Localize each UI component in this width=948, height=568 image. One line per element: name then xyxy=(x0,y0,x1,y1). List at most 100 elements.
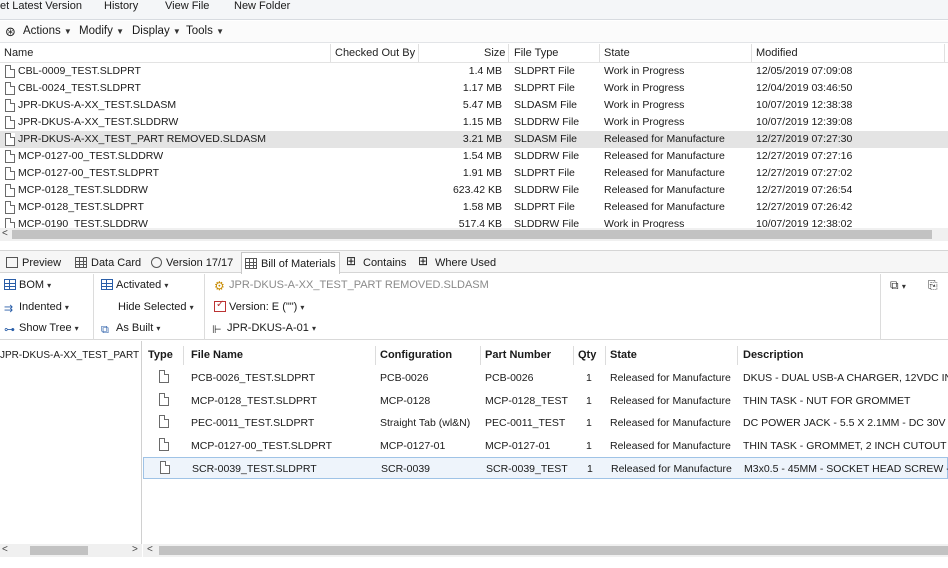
tab-contains[interactable]: Contains xyxy=(344,254,409,274)
bom-configuration: PCB-0026 xyxy=(380,372,429,384)
bom-header-file-name[interactable]: File Name xyxy=(191,349,243,361)
column-divider[interactable] xyxy=(737,346,738,365)
get-latest-version-button[interactable]: et Latest Version xyxy=(0,0,82,12)
bom-header-qty[interactable]: Qty xyxy=(578,349,596,361)
activated-dropdown[interactable]: Activated ▾ xyxy=(101,279,172,291)
bom-row[interactable]: MCP-0128_TEST.SLDPRT MCP-0128 MCP-0128_TES… xyxy=(143,390,948,412)
tree-hscrollbar[interactable]: < > xyxy=(0,544,142,557)
bom-part-number: MCP-0128_TEST xyxy=(485,394,568,407)
bom-row[interactable]: MCP-0127-00_TEST.SLDPRT MCP-0127-01 MCP-01… xyxy=(143,435,948,457)
file-state: Work in Progress xyxy=(604,82,685,94)
bom-icon xyxy=(4,279,16,290)
file-row[interactable]: MCP-0128_TEST.SLDDRW 623.42 KB SLDDRW File… xyxy=(0,182,948,199)
scroll-thumb[interactable] xyxy=(159,546,948,555)
file-row[interactable]: JPR-DKUS-A-XX_TEST_PART REMOVED.SLDASM 3.… xyxy=(0,131,948,148)
tab-data-card[interactable]: Data Card xyxy=(72,254,144,274)
configuration-icon: ⊩ xyxy=(212,324,222,336)
chevron-left-icon[interactable]: < xyxy=(2,544,8,555)
bom-header-part-number[interactable]: Part Number xyxy=(485,349,551,361)
contains-icon xyxy=(346,254,359,268)
preview-icon xyxy=(6,257,18,268)
file-type: SLDPRT File xyxy=(514,201,575,213)
column-header-name[interactable]: Name xyxy=(4,47,33,59)
toolbar-divider xyxy=(880,274,881,340)
assembly-name: ⚙ JPR-DKUS-A-XX_TEST_PART REMOVED.SLDASM xyxy=(214,279,489,292)
version-check-icon xyxy=(214,299,226,312)
tab-bar: Preview Data Card Version 17/17 Bill of … xyxy=(0,250,948,274)
tab-bill-of-materials[interactable]: Bill of Materials xyxy=(241,252,340,274)
display-menu[interactable]: Display ▼ xyxy=(132,25,185,37)
column-divider[interactable] xyxy=(375,346,376,365)
file-row[interactable]: MCP-0190_TEST.SLDDRW 517.4 KB SLDDRW File W… xyxy=(0,216,948,228)
file-row[interactable]: MCP-0127-00_TEST.SLDPRT 1.91 MB SLDPRT Fil… xyxy=(0,165,948,182)
configuration-dropdown[interactable]: ⊩ JPR-DKUS-A-01 ▾ xyxy=(212,322,320,336)
column-divider[interactable] xyxy=(573,346,574,365)
view-file-button[interactable]: View File xyxy=(165,0,209,12)
column-divider[interactable] xyxy=(418,44,419,62)
history-button[interactable]: History xyxy=(104,0,138,12)
indented-dropdown[interactable]: ⇉ Indented ▾ xyxy=(4,301,73,315)
file-size: 623.42 KB xyxy=(452,184,502,196)
bom-hscrollbar[interactable]: < xyxy=(143,544,948,557)
file-row[interactable]: CBL-0024_TEST.SLDPRT 1.17 MB SLDPRT File Wo… xyxy=(0,80,948,97)
actions-menu-label: Actions xyxy=(23,25,61,37)
file-size: 1.58 MB xyxy=(462,201,502,213)
tab-preview[interactable]: Preview xyxy=(3,254,64,274)
export-icon[interactable]: ⎘ xyxy=(928,278,938,293)
file-list-hscrollbar[interactable]: < xyxy=(0,228,948,241)
file-row[interactable]: JPR-DKUS-A-XX_TEST.SLDDRW 1.15 MB SLDDRW F… xyxy=(0,114,948,131)
bom-row[interactable]: PEC-0011_TEST.SLDPRT Straight Tab (wl&N) P… xyxy=(143,412,948,434)
bom-header-description[interactable]: Description xyxy=(743,349,804,361)
tab-version[interactable]: Version 17/17 xyxy=(148,254,236,274)
column-divider[interactable] xyxy=(330,44,331,62)
file-row[interactable]: JPR-DKUS-A-XX_TEST.SLDASM 5.47 MB SLDASM F… xyxy=(0,97,948,114)
show-tree-dropdown[interactable]: ⊶ Show Tree ▾ xyxy=(4,322,83,336)
hide-selected-dropdown[interactable]: Hide Selected ▾ xyxy=(118,301,198,313)
column-divider[interactable] xyxy=(183,346,184,365)
bom-toolbar: BOM ▾ ⇉ Indented ▾ ⊶ Show Tree ▾ Activated… xyxy=(0,274,948,340)
bom-header-configuration[interactable]: Configuration xyxy=(380,349,452,361)
tree-root-node[interactable]: JPR-DKUS-A-XX_TEST_PART RE xyxy=(0,350,140,361)
as-built-label: As Built xyxy=(116,322,154,334)
bom-header-state[interactable]: State xyxy=(610,349,637,361)
scroll-thumb[interactable] xyxy=(30,546,88,555)
scroll-thumb[interactable] xyxy=(12,230,932,239)
chevron-right-icon[interactable]: > xyxy=(132,544,138,555)
tab-where-used-label: Where Used xyxy=(435,257,497,269)
column-header-state[interactable]: State xyxy=(604,47,630,59)
tab-where-used[interactable]: Where Used xyxy=(416,254,499,274)
chevron-left-icon[interactable]: < xyxy=(147,544,153,555)
column-divider[interactable] xyxy=(508,44,509,62)
actions-menu[interactable]: Actions ▼ xyxy=(23,25,76,37)
column-header-modified[interactable]: Modified xyxy=(756,47,798,59)
file-row[interactable]: MCP-0128_TEST.SLDPRT 1.58 MB SLDPRT File Re… xyxy=(0,199,948,216)
as-built-dropdown[interactable]: ⧉ As Built ▾ xyxy=(101,322,164,336)
copy-icon[interactable]: ⧉ ▾ xyxy=(890,278,910,293)
file-type: SLDDRW File xyxy=(514,184,580,196)
file-modified: 12/27/2019 07:26:54 xyxy=(756,184,853,196)
column-divider[interactable] xyxy=(944,44,945,62)
bom-header-type[interactable]: Type xyxy=(148,349,173,361)
chevron-left-icon[interactable]: < xyxy=(2,228,8,239)
file-modified: 10/07/2019 12:38:02 xyxy=(756,218,853,228)
file-row[interactable]: MCP-0127-00_TEST.SLDDRW 1.54 MB SLDDRW Fil… xyxy=(0,148,948,165)
modify-menu[interactable]: Modify ▼ xyxy=(79,25,128,37)
bom-row[interactable]: PCB-0026_TEST.SLDPRT PCB-0026 PCB-0026 1 Rel… xyxy=(143,367,948,389)
file-list-header: Name Checked Out By Size File Type State… xyxy=(0,44,948,63)
column-header-file-type[interactable]: File Type xyxy=(514,47,558,59)
file-row[interactable]: CBL-0009_TEST.SLDPRT 1.4 MB SLDPRT File Wor… xyxy=(0,63,948,80)
new-folder-button[interactable]: New Folder xyxy=(234,0,290,12)
file-size: 1.17 MB xyxy=(462,82,502,94)
chevron-down-icon: ▾ xyxy=(311,324,316,333)
column-divider[interactable] xyxy=(480,346,481,365)
column-header-size[interactable]: Size xyxy=(484,47,505,59)
column-header-checked-out-by[interactable]: Checked Out By xyxy=(335,47,415,59)
bom-type-dropdown[interactable]: BOM ▾ xyxy=(4,279,55,291)
column-divider[interactable] xyxy=(751,44,752,62)
column-divider[interactable] xyxy=(605,346,606,365)
file-size: 1.91 MB xyxy=(462,167,502,179)
tools-menu[interactable]: Tools ▼ xyxy=(186,25,228,37)
version-dropdown[interactable]: Version: E ("") ▾ xyxy=(214,299,308,313)
bom-row[interactable]: SCR-0039_TEST.SLDPRT SCR-0039 SCR-0039_TES… xyxy=(143,457,948,479)
column-divider[interactable] xyxy=(599,44,600,62)
